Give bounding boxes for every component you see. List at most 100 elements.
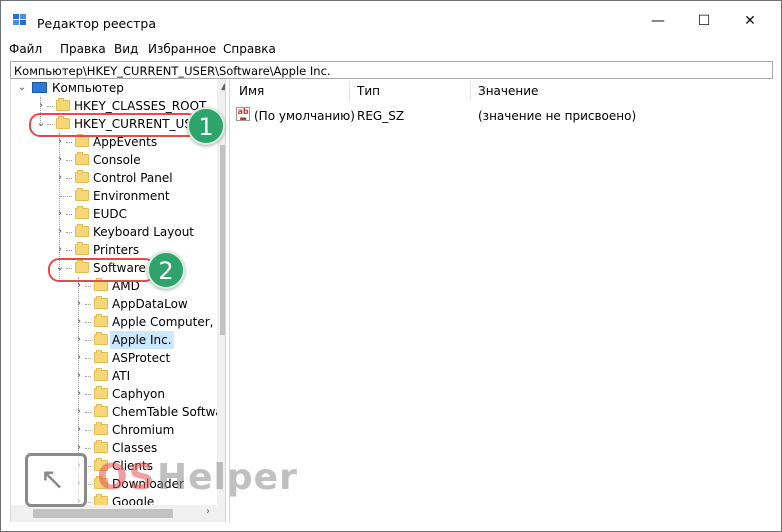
arrow-up-left-icon: ↖ bbox=[40, 462, 66, 497]
folder-icon bbox=[75, 206, 89, 219]
tree-node-caphyon[interactable]: › Caphyon bbox=[11, 385, 217, 403]
folder-icon bbox=[56, 98, 70, 111]
menu-edit[interactable]: Правка bbox=[60, 42, 106, 56]
tree-node-label: ASProtect bbox=[112, 351, 171, 365]
chevron-right-icon[interactable]: › bbox=[74, 349, 84, 367]
values-list-pane[interactable]: Имя Тип Значение ab ▬ (По умолчанию) REG_… bbox=[230, 79, 773, 522]
column-separator[interactable] bbox=[470, 81, 471, 101]
close-button[interactable]: ✕ bbox=[727, 6, 773, 36]
tree-node-label: Control Panel bbox=[93, 171, 173, 185]
tree-connector bbox=[85, 412, 91, 413]
tree-node-chemtable[interactable]: › ChemTable Softwa bbox=[11, 403, 223, 421]
tree-connector bbox=[66, 160, 72, 161]
tree-connector bbox=[85, 358, 91, 359]
tree-node-appdatalow[interactable]: › AppDataLow bbox=[11, 295, 217, 313]
folder-icon bbox=[94, 422, 108, 435]
tree-connector bbox=[47, 106, 53, 107]
column-header-name[interactable]: Имя bbox=[239, 84, 264, 98]
tree-node-label: Caphyon bbox=[112, 387, 166, 401]
chevron-right-icon[interactable]: › bbox=[55, 205, 65, 223]
tree-node-eudc[interactable]: › EUDC bbox=[11, 205, 211, 223]
chevron-right-icon[interactable]: › bbox=[55, 169, 65, 187]
chevron-down-icon[interactable]: ⌄ bbox=[17, 79, 27, 97]
folder-icon bbox=[75, 242, 89, 255]
chevron-right-icon[interactable]: › bbox=[74, 331, 84, 349]
value-data: (значение не присвоено) bbox=[478, 109, 637, 123]
tree-node-label-selected: Apple Inc. bbox=[110, 331, 174, 349]
folder-icon bbox=[94, 404, 108, 417]
title-bar: Редактор реестра — ☐ ✕ bbox=[1, 1, 781, 37]
tree-node-apple-inc[interactable]: › Apple Inc. bbox=[11, 331, 217, 349]
value-name: (По умолчанию) bbox=[254, 109, 355, 123]
tree-node-label: ATI bbox=[112, 369, 131, 383]
tree-node-ati[interactable]: › ATI bbox=[11, 367, 217, 385]
menu-help[interactable]: Справка bbox=[223, 42, 276, 56]
tree-node-label: Apple Computer, bbox=[112, 315, 214, 329]
watermark: ↖ OS Helper bbox=[21, 453, 301, 511]
chevron-right-icon[interactable]: › bbox=[55, 241, 65, 259]
tree-node-control-panel[interactable]: › Control Panel bbox=[11, 169, 211, 187]
tree-connector bbox=[85, 322, 91, 323]
minimize-button[interactable]: — bbox=[635, 6, 681, 36]
tree-node-keyboard-layout[interactable]: › Keyboard Layout bbox=[11, 223, 211, 241]
tree-connector bbox=[66, 178, 72, 179]
string-value-icon: ab ▬ bbox=[236, 107, 250, 121]
chevron-right-icon[interactable]: › bbox=[74, 295, 84, 313]
menu-file[interactable]: Файл bbox=[9, 42, 42, 56]
tree-node-apple-computer[interactable]: › Apple Computer, bbox=[11, 313, 217, 331]
menu-bar: Файл Правка Вид Избранное Справка bbox=[1, 38, 781, 58]
tree-connector bbox=[66, 214, 72, 215]
watermark-text-helper: Helper bbox=[157, 457, 298, 498]
value-type: REG_SZ bbox=[357, 109, 405, 123]
highlight-ring-hkcu bbox=[29, 113, 199, 137]
chevron-right-icon[interactable]: › bbox=[55, 151, 65, 169]
tree-node-label: Console bbox=[93, 153, 141, 167]
address-bar[interactable]: Компьютер\HKEY_CURRENT_USER\Software\App… bbox=[10, 61, 773, 79]
folder-icon bbox=[75, 224, 89, 237]
folder-icon bbox=[75, 152, 89, 165]
watermark-logo-box: ↖ bbox=[25, 453, 87, 507]
folder-icon bbox=[94, 332, 108, 345]
tree-node-label: AppDataLow bbox=[112, 297, 188, 311]
chevron-right-icon[interactable]: › bbox=[74, 385, 84, 403]
tree-connector bbox=[66, 250, 72, 251]
step-badge-2: 2 bbox=[147, 251, 185, 289]
folder-icon bbox=[94, 368, 108, 381]
tree-node-label: EUDC bbox=[93, 207, 127, 221]
tree-connector bbox=[85, 430, 91, 431]
tree-connector bbox=[85, 304, 91, 305]
column-separator[interactable] bbox=[349, 81, 350, 101]
tree-connector bbox=[85, 448, 91, 449]
folder-icon bbox=[75, 188, 89, 201]
chevron-right-icon[interactable]: › bbox=[74, 313, 84, 331]
chevron-right-icon[interactable]: › bbox=[74, 403, 84, 421]
watermark-text-os: OS bbox=[97, 457, 156, 498]
registry-editor-icon bbox=[13, 14, 26, 25]
folder-icon bbox=[94, 314, 108, 327]
tree-connector bbox=[85, 394, 91, 395]
menu-favorites[interactable]: Избранное bbox=[148, 42, 216, 56]
tree-connector bbox=[85, 286, 91, 287]
tree-node-computer[interactable]: ⌄ Компьютер bbox=[11, 79, 211, 97]
step-badge-1: 1 bbox=[187, 107, 225, 145]
folder-icon bbox=[94, 350, 108, 363]
tree-node-console[interactable]: › Console bbox=[11, 151, 211, 169]
column-header-value[interactable]: Значение bbox=[478, 84, 538, 98]
folder-icon bbox=[94, 386, 108, 399]
tree-node-label: Printers bbox=[93, 243, 140, 257]
tree-node-environment[interactable]: Environment bbox=[11, 187, 211, 205]
chevron-right-icon[interactable]: › bbox=[74, 367, 84, 385]
tree-connector bbox=[66, 142, 72, 143]
chevron-right-icon[interactable]: › bbox=[74, 421, 84, 439]
tree-node-label: Chromium bbox=[112, 423, 175, 437]
tree-node-label: Environment bbox=[93, 189, 170, 203]
tree-node-printers[interactable]: › Printers bbox=[11, 241, 211, 259]
maximize-button[interactable]: ☐ bbox=[681, 6, 727, 36]
chevron-right-icon[interactable]: › bbox=[55, 223, 65, 241]
column-header-type[interactable]: Тип bbox=[357, 84, 380, 98]
computer-icon bbox=[32, 82, 47, 93]
menu-view[interactable]: Вид bbox=[114, 42, 138, 56]
tree-node-chromium[interactable]: › Chromium bbox=[11, 421, 217, 439]
folder-icon bbox=[75, 170, 89, 183]
tree-node-asprotect[interactable]: › ASProtect bbox=[11, 349, 217, 367]
